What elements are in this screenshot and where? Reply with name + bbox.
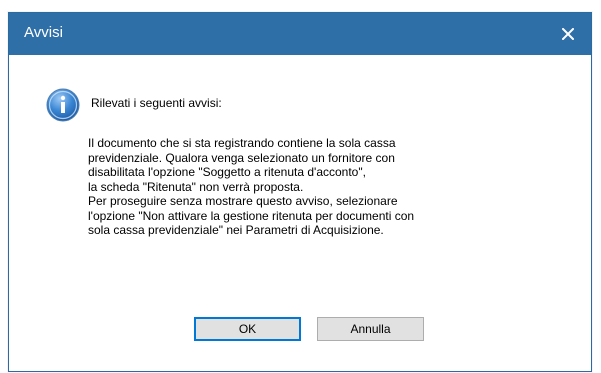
message-line: Per proseguire senza mostrare questo avv… — [88, 194, 398, 208]
cancel-button[interactable]: Annulla — [317, 317, 424, 341]
message-line: l'opzione "Non attivare la gestione rite… — [88, 208, 415, 223]
warning-message: Il documento che si sta registrando cont… — [88, 136, 558, 238]
ok-button[interactable]: OK — [194, 317, 301, 341]
warnings-heading: Rilevati i seguenti avvisi: — [91, 96, 222, 110]
title-bar[interactable]: Avvisi — [9, 13, 591, 55]
dialog-content: Rilevati i seguenti avvisi: Il documento… — [9, 55, 591, 371]
close-icon — [562, 28, 574, 40]
avvisi-dialog: Avvisi Rilevati i seguenti avvisi: Il do — [8, 12, 592, 372]
message-line: Il documento che si sta registrando cont… — [88, 136, 396, 150]
message-line: previdenziale. Qualora venga selezionato… — [88, 150, 395, 165]
message-line: la scheda "Ritenuta" non verrà proposta. — [88, 179, 304, 194]
info-icon — [46, 88, 80, 122]
message-line: sola cassa previdenziale" nei Parametri … — [88, 223, 384, 237]
dialog-title: Avvisi — [24, 24, 63, 41]
message-line: disabilitata l'opzione "Soggetto a riten… — [88, 165, 366, 179]
close-button[interactable] — [545, 13, 591, 55]
